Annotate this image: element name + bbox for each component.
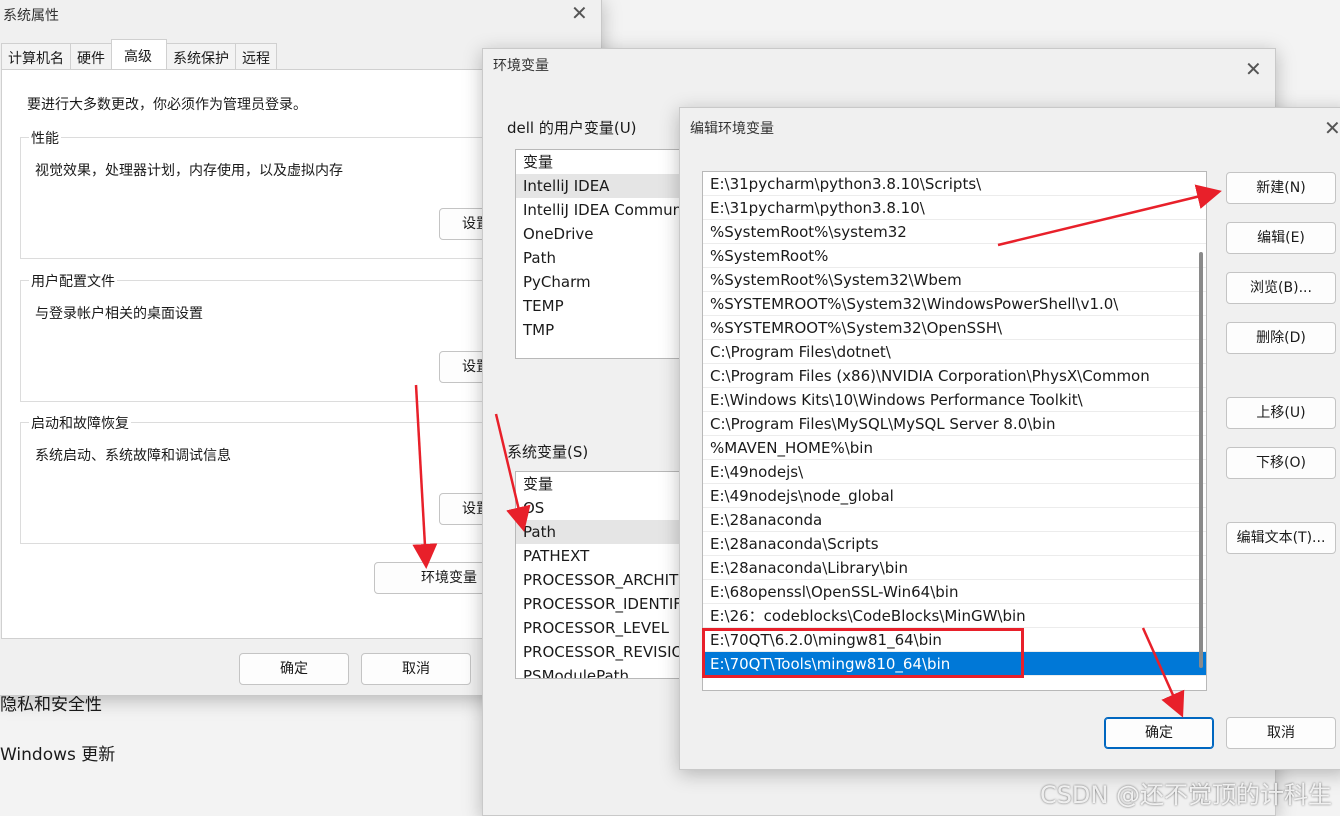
path-list[interactable]: E:\31pycharm\python3.8.10\Scripts\ E:\31… — [702, 171, 1207, 691]
path-row[interactable]: C:\Program Files (x86)\NVIDIA Corporatio… — [703, 364, 1206, 388]
ok-button[interactable]: 确定 — [239, 653, 349, 685]
group-title: 用户配置文件 — [29, 271, 117, 291]
system-vars-label: 系统变量(S) — [507, 443, 589, 461]
edit-text-button[interactable]: 编辑文本(T)... — [1226, 522, 1336, 554]
path-row[interactable]: E:\28anaconda\Scripts — [703, 532, 1206, 556]
tab-remote[interactable]: 远程 — [235, 43, 277, 69]
highlight-box — [702, 628, 1024, 678]
path-row[interactable]: %SystemRoot% — [703, 244, 1206, 268]
path-row[interactable]: E:\49nodejs\ — [703, 460, 1206, 484]
group-desc: 与登录帐户相关的桌面设置 — [35, 306, 203, 322]
user-profiles-group: 用户配置文件 与登录帐户相关的桌面设置 设置 — [20, 271, 519, 402]
path-row[interactable]: E:\28anaconda\Library\bin — [703, 556, 1206, 580]
watermark: CSDN @还不觉顶的计科生 — [1039, 781, 1332, 809]
ok-button[interactable]: 确定 — [1104, 717, 1214, 749]
tab-system-protection[interactable]: 系统保护 — [166, 43, 236, 69]
admin-note: 要进行大多数更改，你必须作为管理员登录。 — [27, 97, 307, 113]
path-row[interactable]: E:\68openssl\OpenSSL-Win64\bin — [703, 580, 1206, 604]
performance-group: 性能 视觉效果，处理器计划，内存使用，以及虚拟内存 设置 — [20, 128, 519, 259]
user-vars-label: dell 的用户变量(U) — [507, 119, 637, 137]
delete-button[interactable]: 删除(D) — [1226, 322, 1336, 354]
path-row[interactable]: %SYSTEMROOT%\System32\OpenSSH\ — [703, 316, 1206, 340]
path-row[interactable]: E:\26：codeblocks\CodeBlocks\MinGW\bin — [703, 604, 1206, 628]
tab-computer-name[interactable]: 计算机名 — [1, 43, 71, 69]
tab-hardware[interactable]: 硬件 — [70, 43, 112, 69]
new-button[interactable]: 新建(N) — [1226, 172, 1336, 204]
move-up-button[interactable]: 上移(U) — [1226, 397, 1336, 429]
group-desc: 系统启动、系统故障和调试信息 — [35, 448, 231, 464]
window-title: 环境变量 — [493, 58, 549, 74]
path-row[interactable]: C:\Program Files\dotnet\ — [703, 340, 1206, 364]
close-icon[interactable]: ✕ — [571, 3, 588, 23]
cancel-button[interactable]: 取消 — [1226, 717, 1336, 749]
tab-bar: 计算机名 硬件 高级 系统保护 远程 — [1, 39, 277, 69]
path-row[interactable]: C:\Program Files\MySQL\MySQL Server 8.0\… — [703, 412, 1206, 436]
path-row[interactable]: %SystemRoot%\system32 — [703, 220, 1206, 244]
window-title: 编辑环境变量 — [690, 121, 774, 137]
path-row[interactable]: E:\28anaconda — [703, 508, 1206, 532]
edit-button[interactable]: 编辑(E) — [1226, 222, 1336, 254]
move-down-button[interactable]: 下移(O) — [1226, 447, 1336, 479]
tab-advanced[interactable]: 高级 — [111, 39, 167, 69]
path-row[interactable]: %SystemRoot%\System32\Wbem — [703, 268, 1206, 292]
path-row[interactable]: E:\Windows Kits\10\Windows Performance T… — [703, 388, 1206, 412]
windows-update-item[interactable]: Windows 更新 — [0, 740, 115, 765]
path-row[interactable]: E:\31pycharm\python3.8.10\ — [703, 196, 1206, 220]
path-row[interactable]: E:\31pycharm\python3.8.10\Scripts\ — [703, 172, 1206, 196]
environment-variables-button[interactable]: 环境变量 — [374, 562, 492, 594]
path-row[interactable]: %MAVEN_HOME%\bin — [703, 436, 1206, 460]
startup-recovery-group: 启动和故障恢复 系统启动、系统故障和调试信息 设置 — [20, 413, 519, 544]
close-icon[interactable]: ✕ — [1324, 118, 1340, 138]
scrollbar[interactable] — [1199, 252, 1203, 668]
path-row[interactable]: %SYSTEMROOT%\System32\WindowsPowerShell\… — [703, 292, 1206, 316]
group-title: 启动和故障恢复 — [29, 413, 131, 433]
browse-button[interactable]: 浏览(B)... — [1226, 272, 1336, 304]
group-desc: 视觉效果，处理器计划，内存使用，以及虚拟内存 — [35, 163, 343, 179]
path-row[interactable]: E:\49nodejs\node_global — [703, 484, 1206, 508]
close-icon[interactable]: ✕ — [1245, 59, 1262, 79]
cancel-button[interactable]: 取消 — [361, 653, 471, 685]
window-title: 系统属性 — [3, 8, 59, 24]
group-title: 性能 — [29, 128, 61, 148]
